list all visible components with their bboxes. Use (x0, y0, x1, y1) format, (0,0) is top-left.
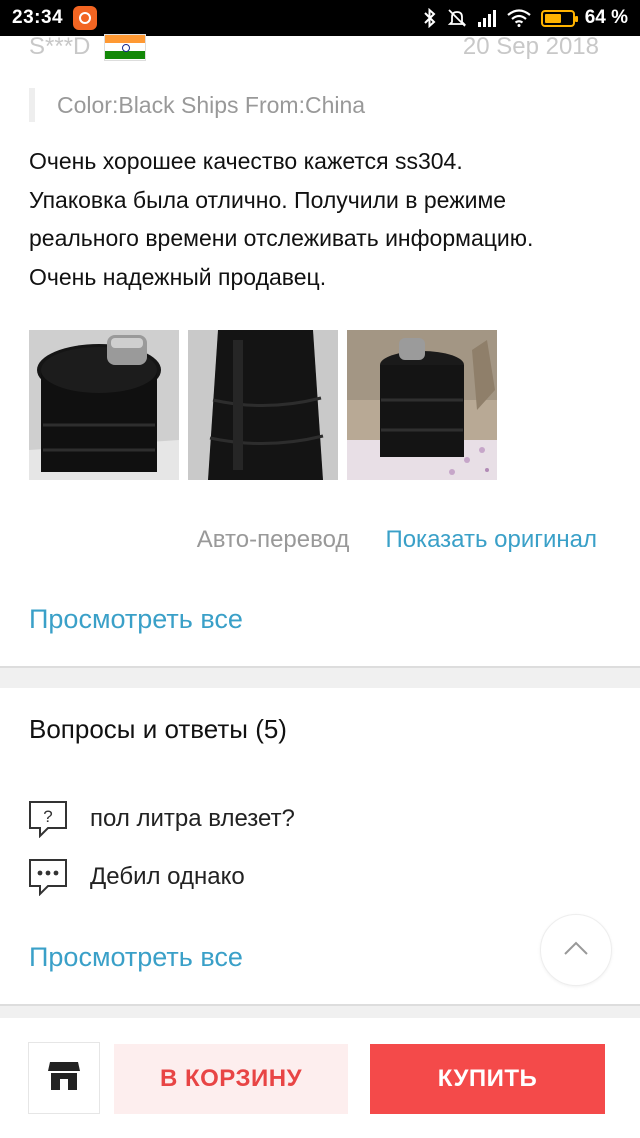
india-flag-icon (104, 33, 147, 61)
review-photo-3[interactable] (347, 330, 497, 480)
wifi-icon (506, 9, 531, 27)
qa-section-title: Вопросы и ответы (5) (29, 714, 287, 744)
review-photo-1[interactable] (29, 330, 179, 480)
app-notification-icon (73, 6, 98, 30)
review-date: 20 Sep 2018 (462, 33, 599, 60)
bottom-action-bar: В КОРЗИНУ КУПИТЬ (0, 1018, 640, 1138)
qa-question-text: пол литра влезет? (90, 805, 295, 832)
review-text-line: Упаковка была отлично. Получили в режиме (29, 186, 507, 213)
store-button[interactable] (28, 1042, 100, 1114)
battery-percent: 64 % (584, 7, 628, 28)
review-text-line: Очень хорошее качество кажется ss304. (29, 148, 463, 174)
qa-answer-text: Дебил однако (90, 863, 245, 890)
review-photo-2[interactable] (188, 330, 338, 480)
section-divider (0, 666, 640, 688)
signal-icon (477, 9, 497, 27)
show-original-link[interactable]: Показать оригинал (385, 526, 597, 554)
scroll-to-top-button[interactable] (540, 914, 612, 986)
buy-now-button[interactable]: КУПИТЬ (370, 1044, 605, 1114)
bluetooth-icon (423, 8, 437, 28)
mute-icon (447, 8, 467, 28)
store-icon (47, 1060, 81, 1097)
section-divider (0, 1004, 640, 1018)
svg-text:?: ? (43, 807, 52, 826)
review-header: S***D 20 Sep 2018 (29, 30, 599, 64)
qa-question[interactable]: ? пол литра влезет? (28, 800, 295, 839)
view-all-reviews-link[interactable]: Просмотреть все (29, 604, 243, 635)
review-text-line: реального времени отслеживать информацию… (29, 225, 534, 251)
review-text-line: Очень надежный продавец. (29, 263, 327, 290)
status-time: 23:34 (12, 7, 64, 28)
review-properties: Color:Black Ships From:China (29, 88, 365, 122)
reviewer-name: S***D (29, 33, 91, 60)
chevron-up-icon (563, 940, 589, 961)
review-photos (29, 330, 497, 480)
translate-row: Авто-перевод Показать оригинал (197, 526, 597, 554)
review-text: Очень хорошее качество кажется ss304. Уп… (29, 142, 609, 296)
add-to-cart-button[interactable]: В КОРЗИНУ (114, 1044, 348, 1114)
answer-bubble-icon (28, 858, 68, 897)
auto-translate-label: Авто-перевод (196, 526, 350, 553)
qa-answer[interactable]: Дебил однако (28, 858, 245, 897)
battery-icon (540, 9, 578, 27)
view-all-questions-link[interactable]: Просмотреть все (29, 942, 243, 973)
status-icons: 64 % (423, 7, 628, 29)
question-bubble-icon: ? (28, 800, 68, 839)
